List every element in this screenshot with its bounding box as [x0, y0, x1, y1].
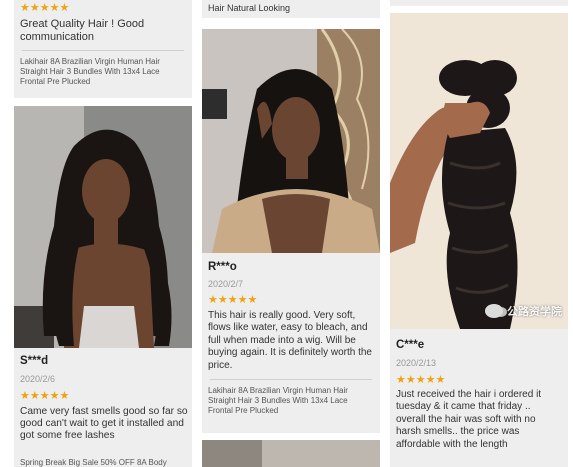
- review-text: Came very fast smells good so far so goo…: [20, 406, 188, 442]
- review-card-bottom-col2[interactable]: [202, 440, 380, 467]
- product-link[interactable]: Lakihair 8A Brazilian Virgin Human Hair …: [208, 386, 373, 416]
- rating-stars: ★★★★★: [20, 2, 70, 14]
- watermark-text: 公路资学院: [507, 306, 562, 318]
- review-card-ce[interactable]: 公路资学院 C***e 2020/2/13 ★★★★★ Just receive…: [390, 13, 568, 467]
- review-gallery: ★★★★★ Great Quality Hair ! Good communic…: [0, 0, 573, 467]
- reviewer-name: R***o: [208, 261, 237, 273]
- rating-stars: ★★★★★: [396, 374, 446, 386]
- wechat-icon: [485, 304, 507, 318]
- review-card-sd[interactable]: S***d 2020/2/6 ★★★★★ Came very fast smel…: [14, 106, 192, 467]
- reviewer-name: C***e: [396, 339, 425, 351]
- review-text: Hair Natural Looking: [208, 3, 291, 13]
- divider: [210, 379, 372, 380]
- customer-photo-image: [202, 440, 380, 467]
- rating-stars: ★★★★★: [208, 294, 258, 306]
- customer-photo-image: [202, 29, 380, 253]
- review-card-top-col3[interactable]: [390, 0, 568, 6]
- review-date: 2020/2/7: [208, 279, 244, 289]
- product-link[interactable]: Lakihair 8A Brazilian Virgin Human Hair …: [20, 57, 185, 87]
- review-date: 2020/2/13: [396, 358, 437, 368]
- customer-photo-image: [390, 13, 568, 329]
- review-text: This hair is really good. Very soft, flo…: [208, 310, 372, 371]
- review-text: Just received the hair i ordered it tues…: [396, 389, 542, 450]
- product-link[interactable]: Spring Break Big Sale 50% OFF 8A Body: [20, 458, 188, 467]
- reviewer-name: S***d: [20, 355, 49, 367]
- divider: [22, 50, 184, 51]
- rating-stars: ★★★★★: [20, 390, 70, 402]
- review-card-ro[interactable]: R***o 2020/2/7 ★★★★★ This hair is really…: [202, 29, 380, 433]
- review-text: Great Quality Hair ! Good communication: [20, 18, 145, 43]
- watermark: 公路资学院: [485, 303, 562, 319]
- review-card-top-col2[interactable]: Hair Natural Looking: [202, 0, 380, 18]
- review-photo[interactable]: 公路资学院: [390, 13, 568, 329]
- customer-photo-image: [14, 106, 192, 348]
- review-photo[interactable]: [14, 106, 192, 348]
- review-date: 2020/2/6: [20, 374, 56, 384]
- review-photo[interactable]: [202, 29, 380, 253]
- review-card-top-col1[interactable]: ★★★★★ Great Quality Hair ! Good communic…: [14, 0, 192, 98]
